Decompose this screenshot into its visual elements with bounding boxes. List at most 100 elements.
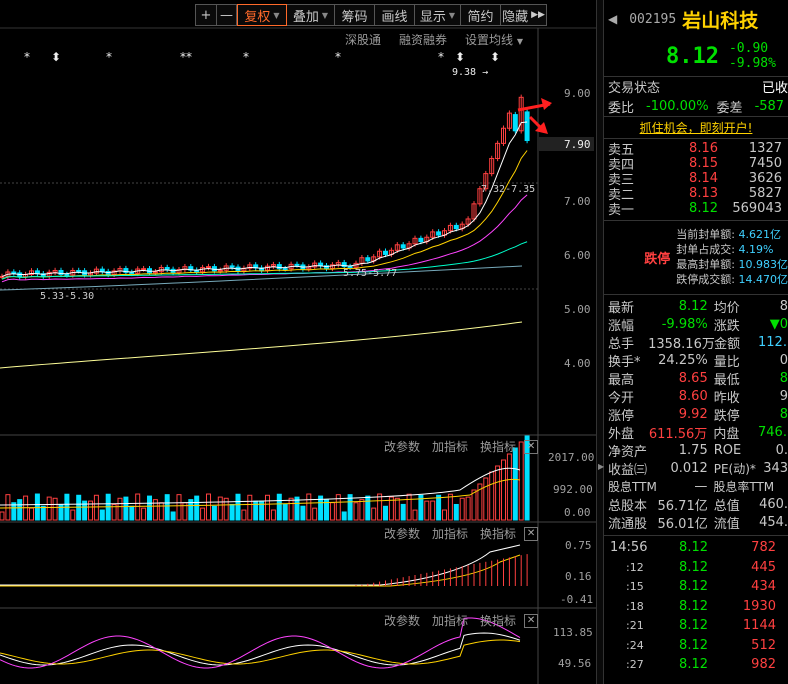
stock-code: 002195 [629, 11, 677, 27]
stat-row: 流通股 56.01亿 流值 454. [604, 513, 788, 532]
tick-time: 14:56 [610, 540, 648, 556]
red-arrow-head [541, 98, 552, 110]
volume-bar [176, 494, 182, 521]
volume-bar [341, 511, 347, 521]
tick-row[interactable]: :18 8.12 1930 [604, 597, 788, 617]
volume-bar [164, 494, 170, 521]
open-account-banner[interactable]: 抓住机会，即刻开户! [604, 116, 788, 138]
stat-label: 涨停 [608, 408, 635, 424]
tick-volume: 445 [751, 559, 776, 575]
volume-bar [489, 471, 495, 521]
chevron-down-icon: ▼ [516, 37, 524, 46]
set-ma-link[interactable]: 设置均线 ▼ [465, 31, 523, 48]
ma60-line [1, 241, 528, 280]
triangle-left-icon[interactable]: ◀ [608, 12, 617, 26]
zoom-in-button[interactable]: + [195, 4, 217, 26]
stat-value: 8.60 [678, 388, 708, 404]
yincang-button[interactable]: 隐藏 ▶▶ [501, 4, 547, 26]
event-mark[interactable]: ⬍ [455, 50, 465, 64]
panel-divider[interactable]: ▶ [596, 0, 604, 684]
tick-row[interactable]: :15 8.12 434 [604, 577, 788, 597]
chouma-button[interactable]: 筹码 [335, 4, 375, 26]
tick-row[interactable]: :24 8.12 512 [604, 636, 788, 656]
ask-volume: 1327 [748, 141, 782, 156]
volume-bar [353, 502, 359, 521]
volume-bar [135, 493, 141, 521]
edit-params-button[interactable]: 改参数 [384, 438, 420, 455]
macd-panel-header: 改参数 加指标 换指标 ✕ [384, 525, 539, 542]
event-mark[interactable]: * [106, 50, 112, 64]
add-indicator-button[interactable]: 加指标 [432, 612, 468, 629]
ask-price: 8.14 [689, 171, 718, 186]
diejia-button[interactable]: 叠加 ▼ [287, 4, 335, 26]
switch-indicator-button[interactable]: 换指标 [480, 438, 516, 455]
seal-value: 4.19% [738, 243, 774, 256]
edit-params-button[interactable]: 改参数 [384, 612, 420, 629]
stat-value: 112.5 [758, 334, 788, 350]
jianyue-button[interactable]: 简约 [461, 4, 501, 26]
volume-bar [46, 496, 52, 521]
rongzi-link[interactable]: 融资融券 [399, 31, 447, 48]
candle [453, 224, 459, 230]
volume-bar [371, 507, 377, 521]
ask-row[interactable]: 卖一 8.12 569043 [604, 201, 788, 218]
switch-indicator-button[interactable]: 换指标 [480, 525, 516, 542]
stat-row: 换手* 24.25% 量比 0 [604, 351, 788, 370]
price-axis-label: 7.00 [564, 195, 591, 208]
switch-indicator-button[interactable]: 换指标 [480, 612, 516, 629]
tick-price: 8.12 [679, 657, 708, 673]
seal-label: 跌停成交额: [676, 273, 735, 286]
seal-value: 4.621亿 [738, 228, 782, 241]
event-mark[interactable]: * [243, 50, 249, 64]
kdj-axis-label: 113.85 [553, 626, 593, 639]
weibi-row: 委比 -100.00% 委差 -587 [604, 96, 788, 116]
quote-panel: ◀ 002195 岩山科技 8.12 -0.90 -9.98% 交易状态 已收 … [604, 0, 788, 684]
shengutong-link[interactable]: 深股通 [345, 31, 381, 48]
stat-row: 涨停 9.92 跌停 8 [604, 405, 788, 424]
volume-bar [442, 509, 447, 521]
stat-row: 总手 1358.16万金额 112.5 [604, 333, 788, 352]
event-mark[interactable]: ** [180, 50, 192, 64]
fuquan-button[interactable]: 复权 ▼ [237, 4, 287, 26]
stat-label: 跌停 [713, 408, 740, 424]
tick-row[interactable]: 14:56 8.12 782 [604, 538, 788, 558]
volume-bar [247, 494, 253, 521]
close-icon[interactable]: ✕ [524, 526, 539, 541]
xianshi-button[interactable]: 显示 ▼ [415, 4, 461, 26]
stat-value: 0. [775, 442, 788, 458]
stat-label: 今开 [608, 390, 635, 406]
stat-label: 总股本 [608, 498, 648, 514]
stat-label: 流通股 [608, 516, 648, 532]
candle [11, 271, 17, 274]
kline-chart-area[interactable]: + — 复权 ▼ 叠加 ▼ 筹码 画线 显示 ▼ 简约 隐藏 ▶▶ 深股通 融资融券 设… [0, 0, 596, 684]
volume-bar [288, 497, 294, 521]
add-indicator-button[interactable]: 加指标 [432, 525, 468, 542]
tick-row[interactable]: :12 8.12 445 [604, 558, 788, 578]
stat-value: 0.012 [670, 460, 708, 476]
stock-name: 岩山科技 [682, 9, 759, 32]
tick-row[interactable]: :21 8.12 1144 [604, 616, 788, 636]
ask-price: 8.12 [689, 201, 718, 216]
tick-row[interactable]: :27 8.12 982 [604, 655, 788, 675]
close-icon[interactable]: ✕ [524, 439, 539, 454]
zoom-out-button[interactable]: — [217, 4, 237, 26]
event-mark[interactable]: ⬍ [51, 50, 61, 64]
huaxian-button[interactable]: 画线 [375, 4, 415, 26]
edit-params-button[interactable]: 改参数 [384, 525, 420, 542]
stat-row: 外盘 611.56万内盘 746.6 [604, 423, 788, 442]
chevron-down-icon: ▼ [321, 10, 329, 20]
event-mark[interactable]: * [24, 50, 30, 64]
event-mark[interactable]: * [335, 50, 341, 64]
chevron-down-icon: ▼ [448, 10, 456, 20]
kline-svg[interactable] [0, 0, 596, 684]
event-mark[interactable]: * [438, 50, 444, 64]
tick-price: 8.12 [679, 559, 708, 575]
add-indicator-button[interactable]: 加指标 [432, 438, 468, 455]
close-icon[interactable]: ✕ [524, 613, 539, 628]
seal-label: 最高封单额: [676, 258, 735, 271]
open-account-link[interactable]: 抓住机会，即刻开户! [640, 119, 753, 136]
event-mark[interactable]: ⬍ [490, 50, 500, 64]
high-annotation: 9.38 → [452, 67, 489, 78]
volume-bar [235, 493, 241, 521]
volume-bar [465, 496, 471, 521]
